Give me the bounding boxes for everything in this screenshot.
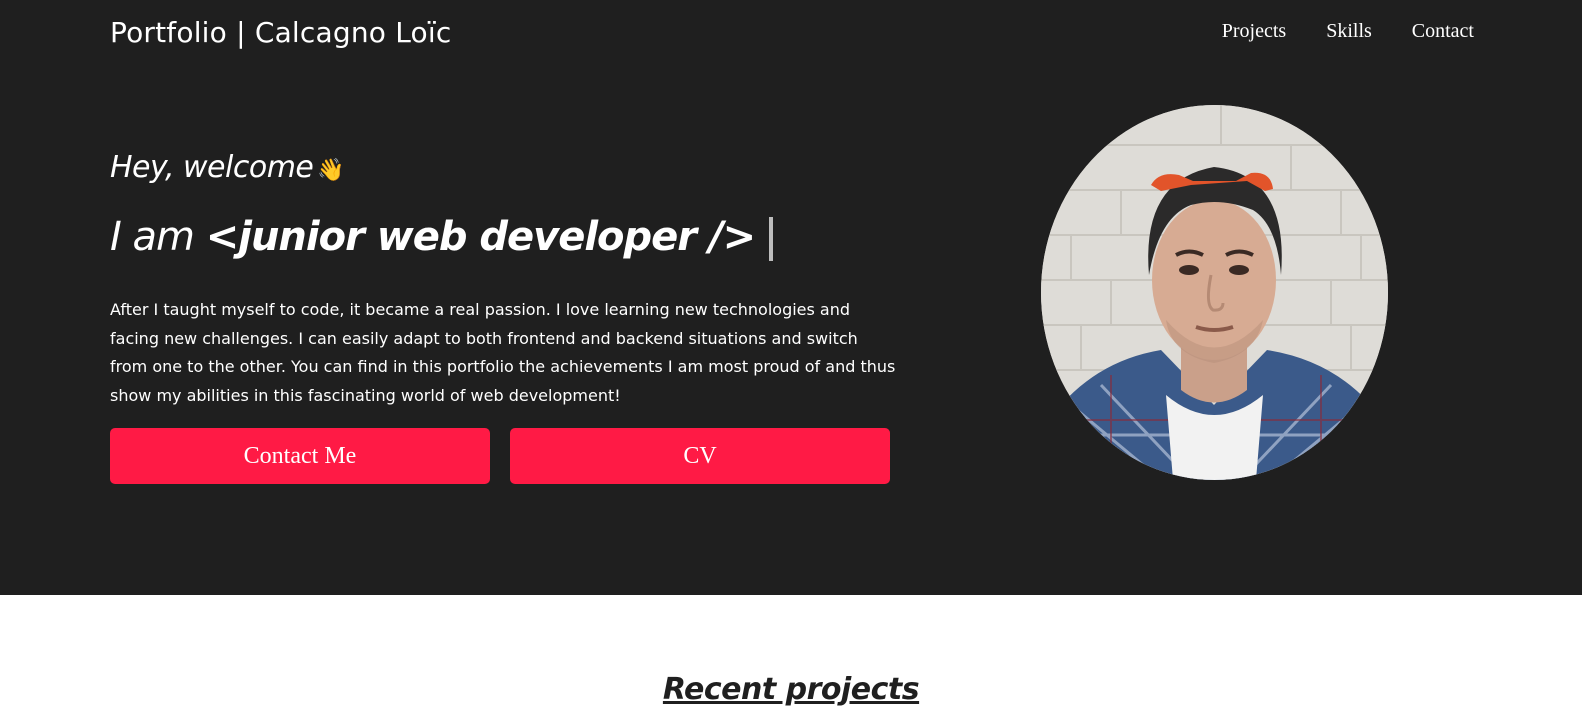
recent-projects-title: Recent projects (662, 672, 920, 707)
greeting-text: Hey, welcome (110, 150, 314, 185)
nav-link-skills[interactable]: Skills (1326, 20, 1372, 43)
hero-section: Portfolio | Calcagno Loïc Projects Skill… (0, 0, 1582, 595)
site-brand[interactable]: Portfolio | Calcagno Loïc (110, 16, 451, 49)
cv-button[interactable]: CV (510, 428, 890, 484)
role-text: <junior web developer /> (205, 214, 756, 260)
wave-icon: 👋 (317, 158, 345, 183)
typing-cursor (769, 217, 774, 261)
nav-link-projects[interactable]: Projects (1222, 20, 1286, 43)
role-headline: I am <junior web developer /> (110, 214, 774, 261)
iam-prefix: I am (110, 214, 195, 260)
profile-photo (1041, 105, 1388, 480)
main-nav: Projects Skills Contact (1222, 20, 1474, 43)
nav-link-contact[interactable]: Contact (1412, 20, 1474, 43)
greeting: Hey, welcome 👋 (110, 150, 345, 185)
about-paragraph: After I taught myself to code, it became… (110, 300, 896, 406)
contact-me-button[interactable]: Contact Me (110, 428, 490, 484)
